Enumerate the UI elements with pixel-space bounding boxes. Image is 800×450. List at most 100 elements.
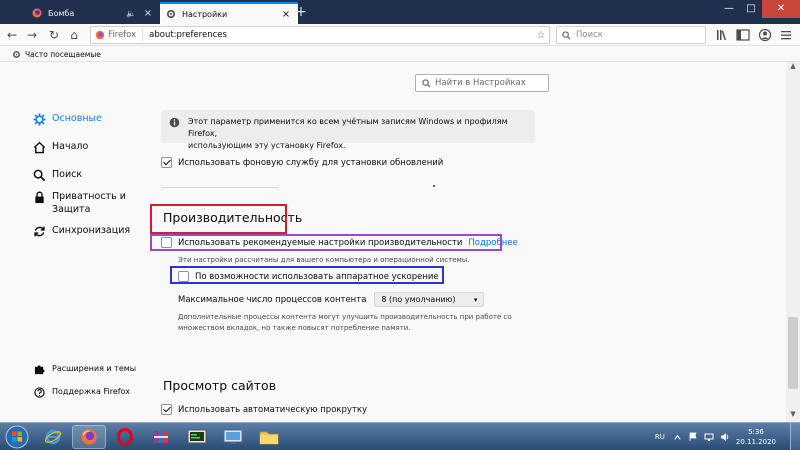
decorative-dot: [433, 185, 435, 187]
sync-icon: [33, 226, 45, 236]
sidebar-item-general[interactable]: Основные: [32, 112, 102, 126]
preferences-pane: Найти в Настройках Этот параметр примени…: [147, 62, 787, 422]
clock[interactable]: 5:36 20.11.2020: [736, 427, 776, 447]
hardware-acceleration-checkbox[interactable]: [178, 271, 189, 282]
home-button[interactable]: ⌂: [66, 26, 82, 44]
info-text-line: использующим эту установку Firefox.: [188, 141, 346, 150]
taskbar-explorer[interactable]: [252, 425, 286, 449]
monitor-icon: [223, 429, 243, 444]
sidebar-item-search[interactable]: Поиск: [32, 168, 82, 182]
autoscroll-label: Использовать автоматическую прокрутку: [178, 404, 368, 415]
menu-hamburger-icon[interactable]: [780, 29, 792, 41]
language-indicator[interactable]: RU: [655, 433, 665, 441]
bookmark-star-icon[interactable]: ☆: [533, 30, 549, 41]
archive-icon: [154, 431, 168, 443]
background-service-option[interactable]: Использовать фоновую службу для установк…: [161, 157, 443, 168]
scroll-down-icon[interactable]: ▼: [786, 410, 800, 422]
account-icon[interactable]: [758, 28, 772, 42]
folder-icon: [259, 431, 279, 445]
process-desc-line: множеством вкладок, но также повысят пот…: [178, 324, 411, 332]
library-icon[interactable]: [716, 29, 730, 41]
scroll-up-icon[interactable]: ▲: [786, 62, 800, 74]
speaker-icon[interactable]: [720, 432, 730, 442]
recommended-settings-checkbox[interactable]: [161, 237, 172, 248]
update-info-box: Этот параметр применится ко всем учётным…: [161, 110, 535, 150]
sidebar-item-home[interactable]: Начало: [32, 140, 88, 154]
taskbar-display[interactable]: [216, 425, 250, 449]
autoscroll-option[interactable]: Использовать автоматическую прокрутку: [161, 404, 367, 415]
sidebar-item-label: Основные: [52, 113, 102, 124]
maximize-button[interactable]: □: [740, 0, 762, 18]
forward-button[interactable]: →: [24, 26, 40, 44]
ie-icon: [44, 429, 62, 445]
navigation-toolbar: ← → ↻ ⌂ Firefox about:preferences ☆ Поис…: [0, 24, 800, 46]
taskbar-terminal[interactable]: [180, 425, 214, 449]
windows-taskbar: RU 5:36 20.11.2020: [0, 422, 800, 450]
sidebar-item-addons[interactable]: Расширения и темы: [32, 362, 136, 376]
info-text-line: Этот параметр применится ко всем учётным…: [188, 117, 508, 138]
close-window-button[interactable]: ✕: [762, 0, 800, 18]
identity-box[interactable]: Firefox: [91, 29, 144, 41]
search-icon: [562, 30, 571, 40]
sidebar-item-label: Поиск: [52, 169, 83, 180]
opera-icon: [117, 428, 133, 446]
process-description: Дополнительные процессы контента могут у…: [178, 312, 512, 334]
clock-date: 20.11.2020: [735, 438, 776, 446]
tab-title: Бомба: [48, 8, 75, 18]
sidebar-item-privacy[interactable]: Приватность и Защита: [32, 190, 132, 216]
sidebar-item-label: Приватность и Защита: [52, 191, 126, 215]
taskbar-opera[interactable]: [108, 425, 142, 449]
sidebar-item-sync[interactable]: Синхронизация: [32, 224, 130, 238]
bookmarks-toolbar: Часто посещаемые: [0, 47, 800, 62]
url-input[interactable]: about:preferences: [143, 30, 533, 40]
new-tab-button[interactable]: +: [292, 3, 310, 21]
tab-settings[interactable]: Настройки ×: [160, 2, 298, 24]
info-icon: [169, 117, 180, 128]
find-placeholder: Найти в Настройках: [435, 78, 526, 88]
lock-icon: [34, 191, 44, 203]
taskbar-archiver[interactable]: [144, 425, 178, 449]
close-tab-button[interactable]: ×: [142, 8, 154, 19]
gear-icon: [166, 9, 176, 19]
process-limit-row: Максимальное число процессов контента 8 …: [178, 292, 485, 307]
gear-icon: [32, 112, 46, 126]
hardware-acceleration-option[interactable]: По возможности использовать аппаратное у…: [178, 271, 439, 282]
performance-title: Производительность: [163, 210, 303, 225]
background-service-checkbox[interactable]: [161, 157, 172, 168]
sidebar-toggle-icon[interactable]: [736, 29, 750, 41]
system-tray: RU 5:36 20.11.2020: [655, 423, 800, 450]
help-icon: [33, 386, 45, 398]
hardware-acceleration-label: По возможности использовать аппаратное у…: [195, 271, 439, 282]
home-icon: [33, 141, 45, 153]
find-in-preferences-input[interactable]: Найти в Настройках: [415, 74, 549, 92]
taskbar-ie[interactable]: [36, 425, 70, 449]
close-tab-button[interactable]: ×: [280, 9, 292, 20]
url-bar[interactable]: Firefox about:preferences ☆: [90, 26, 550, 44]
chevron-up-icon[interactable]: [673, 433, 682, 442]
sidebar-item-label: Начало: [52, 141, 89, 152]
speaker-icon[interactable]: 🔈: [126, 9, 136, 18]
minimize-button[interactable]: —: [718, 0, 740, 18]
windows-start-icon[interactable]: [4, 425, 30, 449]
process-limit-dropdown[interactable]: 8 (по умолчанию) ▾: [374, 292, 485, 307]
search-bar[interactable]: Поиск: [556, 26, 706, 44]
sidebar-item-label: Синхронизация: [52, 225, 131, 236]
network-icon[interactable]: [704, 432, 714, 442]
firefox-logo-icon: [95, 30, 105, 40]
scroll-thumb[interactable]: [788, 317, 798, 389]
back-button[interactable]: ←: [4, 26, 20, 44]
reload-button[interactable]: ↻: [46, 26, 62, 44]
sidebar-item-support[interactable]: Поддержка Firefox: [32, 385, 130, 399]
learn-more-link[interactable]: Подробнее: [468, 238, 517, 248]
page-scrollbar[interactable]: ▲ ▼: [786, 62, 800, 422]
sidebar-item-label: Расширения и темы: [52, 364, 137, 373]
recommended-settings-option[interactable]: Использовать рекомендуемые настройки про…: [161, 237, 518, 248]
browsing-title: Просмотр сайтов: [163, 378, 277, 393]
process-limit-value: 8 (по умолчанию): [381, 295, 456, 304]
most-visited-bookmark[interactable]: Часто посещаемые: [25, 50, 101, 59]
tab-bomba[interactable]: Бомба 🔈 ×: [26, 2, 160, 24]
action-center-flag-icon[interactable]: [688, 432, 698, 442]
autoscroll-checkbox[interactable]: [161, 404, 172, 415]
taskbar-firefox[interactable]: [72, 425, 106, 449]
show-desktop-button[interactable]: [790, 423, 800, 450]
